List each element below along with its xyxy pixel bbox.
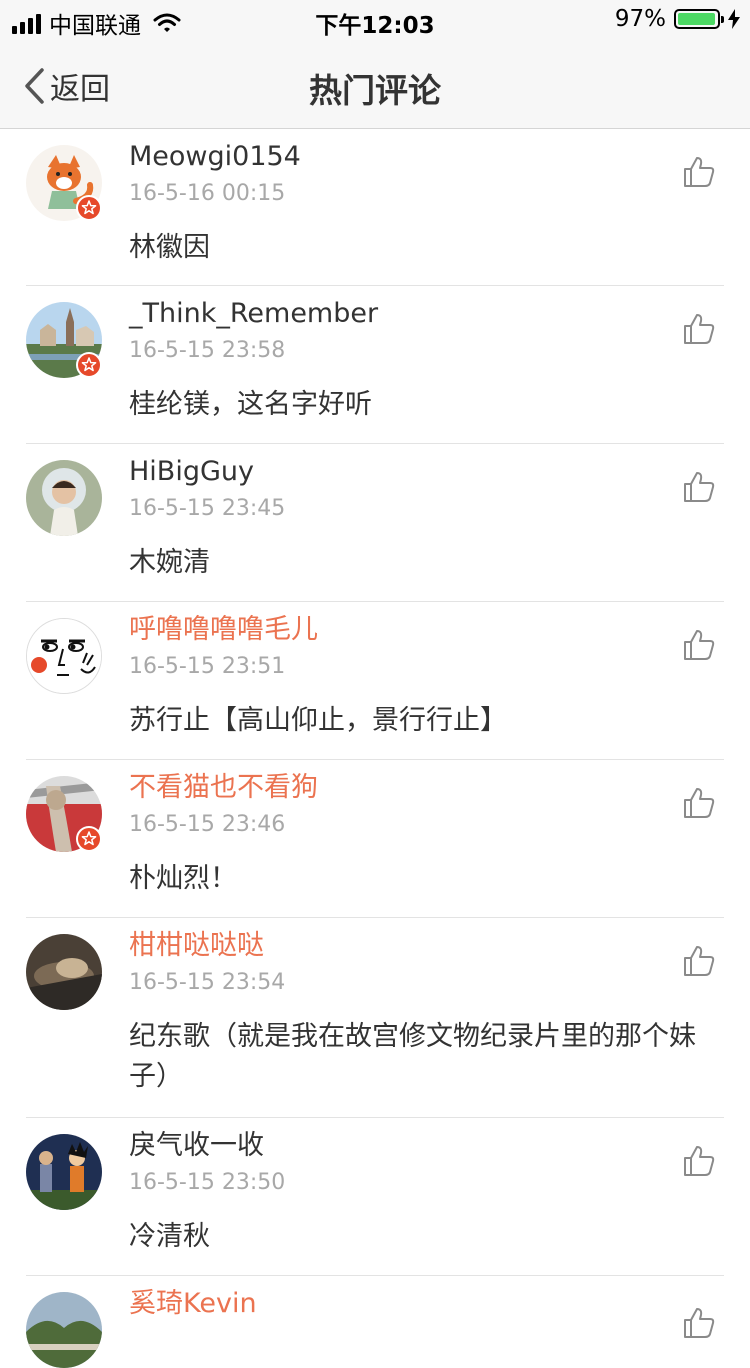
comment-text: 苏行止【高山仰止，景行行止】	[129, 705, 507, 736]
comment-text: 朴灿烈！	[129, 863, 237, 894]
avatar[interactable]	[26, 1292, 102, 1368]
page-title: 热门评论	[309, 71, 441, 110]
comment-text: 纪东歌（就是我在故宫修文物纪录片里的那个妹子）	[129, 1021, 696, 1092]
comment-timestamp: 16-5-15 23:45	[129, 496, 286, 521]
comment-timestamp: 16-5-15 23:54	[129, 970, 286, 995]
comment-username[interactable]: 柑柑哒哒哒	[129, 930, 264, 962]
like-thumb-icon[interactable]	[682, 786, 716, 820]
like-thumb-icon[interactable]	[682, 944, 716, 978]
verified-badge-icon	[76, 195, 102, 221]
comment-username[interactable]: _Think_Remember	[129, 298, 378, 330]
like-thumb-icon[interactable]	[682, 628, 716, 662]
comment-item: 不看猫也不看狗 16-5-15 23:46 朴灿烈！	[26, 760, 724, 918]
comment-item: 戾气收一收 16-5-15 23:50 冷清秋	[26, 1118, 724, 1276]
comment-item: _Think_Remember 16-5-15 23:58 桂纶镁，这名字好听	[26, 286, 724, 444]
comment-item: HiBigGuy 16-5-15 23:45 木婉清	[26, 444, 724, 602]
back-button[interactable]: 返回	[22, 64, 110, 108]
comment-item: Meowgi0154 16-5-16 00:15 林徽因	[26, 129, 724, 286]
comment-item: 柑柑哒哒哒 16-5-15 23:54 纪东歌（就是我在故宫修文物纪录片里的那个…	[26, 918, 724, 1118]
comment-text: 林徽因	[129, 232, 210, 263]
status-bar: 中国联通 下午12:03 97%	[0, 0, 750, 40]
comment-timestamp: 16-5-15 23:50	[129, 1170, 286, 1195]
battery-icon	[674, 9, 724, 29]
avatar[interactable]	[26, 618, 102, 694]
like-thumb-icon[interactable]	[682, 470, 716, 504]
comment-username[interactable]: Meowgi0154	[129, 141, 301, 173]
back-label: 返回	[50, 72, 110, 107]
comment-username[interactable]: 呼噜噜噜噜毛儿	[129, 614, 318, 646]
comment-timestamp: 16-5-15 23:46	[129, 812, 286, 837]
comment-item: 呼噜噜噜噜毛儿 16-5-15 23:51 苏行止【高山仰止，景行行止】	[26, 602, 724, 760]
comment-text: 冷清秋	[129, 1221, 210, 1252]
charging-icon	[728, 9, 740, 29]
comment-username[interactable]: 戾气收一收	[129, 1130, 264, 1162]
like-thumb-icon[interactable]	[682, 1306, 716, 1340]
navigation-bar: 返回 热门评论	[0, 40, 750, 129]
like-thumb-icon[interactable]	[682, 155, 716, 189]
verified-badge-icon	[76, 826, 102, 852]
avatar[interactable]	[26, 460, 102, 536]
like-thumb-icon[interactable]	[682, 312, 716, 346]
comment-username[interactable]: HiBigGuy	[129, 456, 254, 488]
chevron-left-icon	[25, 68, 44, 104]
comment-item: 奚琦Kevin	[26, 1276, 724, 1368]
comment-username[interactable]: 奚琦Kevin	[129, 1288, 257, 1320]
avatar[interactable]	[26, 1134, 102, 1210]
comment-username[interactable]: 不看猫也不看狗	[129, 772, 318, 804]
comment-timestamp: 16-5-15 23:51	[129, 654, 286, 679]
comment-list: Meowgi0154 16-5-16 00:15 林徽因 _Think_Reme…	[0, 129, 750, 1368]
like-thumb-icon[interactable]	[682, 1144, 716, 1178]
verified-badge-icon	[76, 352, 102, 378]
comment-text: 木婉清	[129, 547, 210, 578]
avatar[interactable]	[26, 934, 102, 1010]
comment-timestamp: 16-5-15 23:58	[129, 338, 286, 363]
battery-percent: 97%	[614, 6, 666, 32]
comment-timestamp: 16-5-16 00:15	[129, 181, 286, 206]
comment-text: 桂纶镁，这名字好听	[129, 389, 372, 420]
